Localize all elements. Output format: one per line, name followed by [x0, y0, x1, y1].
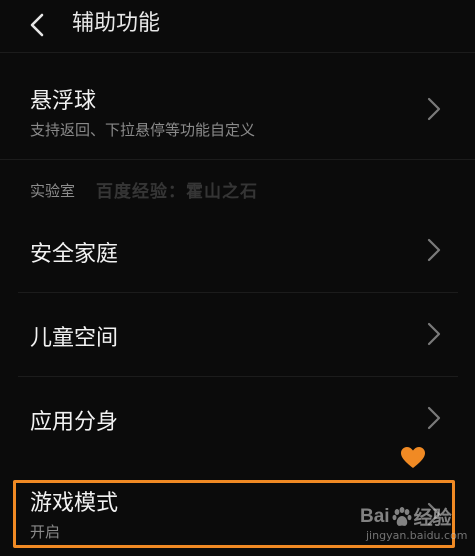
chevron-right-icon [427, 406, 441, 430]
floating-ball-subtitle: 支持返回、下拉悬停等功能自定义 [30, 121, 256, 139]
baidu-paw-icon [392, 506, 412, 526]
top-bar: 辅助功能 [0, 0, 475, 52]
back-button[interactable] [22, 10, 52, 40]
safe-family-title: 安全家庭 [30, 242, 119, 267]
page-title: 辅助功能 [72, 11, 161, 36]
heart-icon [401, 447, 425, 468]
baidu-logo-text-left: Bai [360, 505, 390, 527]
chevron-left-icon [30, 13, 44, 37]
chevron-right-icon [427, 322, 441, 346]
app-clone-title: 应用分身 [30, 410, 119, 435]
game-mode-status: 开启 [30, 523, 61, 541]
baidu-logo-text-right: 经验 [413, 508, 452, 529]
baidu-watermark-url: jingyan.baidu.com [366, 529, 468, 542]
kids-space-title: 儿童空间 [30, 326, 119, 351]
watermark-text: 百度经验：霍山之石 [96, 182, 258, 202]
floating-ball-title: 悬浮球 [30, 89, 97, 114]
settings-item-floating-ball[interactable]: 悬浮球 支持返回、下拉悬停等功能自定义 [0, 53, 475, 159]
section-label-lab: 实验室 [30, 182, 76, 200]
settings-item-safe-family[interactable]: 安全家庭 [0, 208, 475, 292]
chevron-right-icon [427, 238, 441, 262]
settings-item-kids-space[interactable]: 儿童空间 [0, 292, 475, 376]
section-divider [0, 159, 475, 160]
baidu-watermark-logo: Bai 经验 [360, 503, 452, 530]
chevron-right-icon [427, 97, 441, 121]
game-mode-title: 游戏模式 [30, 491, 119, 516]
